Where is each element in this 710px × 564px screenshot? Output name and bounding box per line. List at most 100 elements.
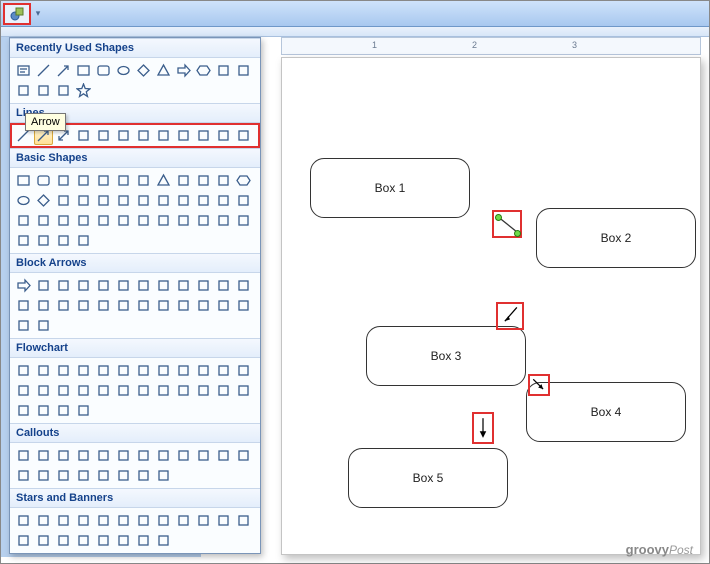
blockarc-icon[interactable] — [34, 211, 53, 230]
striped-arrow-icon[interactable] — [74, 296, 93, 315]
bevel2-icon[interactable] — [74, 211, 93, 230]
scribble-icon[interactable] — [214, 126, 233, 145]
freeform-icon[interactable] — [14, 81, 33, 100]
flowchart-box[interactable]: Box 3 — [366, 326, 526, 386]
star10-icon[interactable] — [154, 511, 173, 530]
teardrop-icon[interactable] — [194, 211, 213, 230]
ribbon-up-icon[interactable] — [14, 531, 33, 550]
terminator-icon[interactable] — [174, 361, 193, 380]
trapezoid-icon[interactable] — [214, 171, 233, 190]
prep-icon[interactable] — [194, 361, 213, 380]
elbow-double-icon[interactable] — [114, 126, 133, 145]
flowchart-box[interactable]: Box 4 — [526, 382, 686, 442]
arc-icon[interactable] — [234, 61, 253, 80]
triangle-icon[interactable] — [154, 171, 173, 190]
down-callout-icon[interactable] — [174, 296, 193, 315]
right-callout-icon[interactable] — [154, 296, 173, 315]
right-tri-icon[interactable] — [174, 171, 193, 190]
document-canvas[interactable]: Box 1Box 2Box 3Box 4Box 5 — [281, 57, 701, 555]
brace-right-icon[interactable] — [54, 81, 73, 100]
uturn-arrow-icon[interactable] — [174, 276, 193, 295]
scribble2-icon[interactable] — [234, 126, 253, 145]
star12-icon[interactable] — [174, 511, 193, 530]
diamond-icon[interactable] — [134, 61, 153, 80]
leftright-arrow-icon[interactable] — [94, 276, 113, 295]
qat-dropdown-icon[interactable]: ▾ — [33, 3, 43, 25]
curve-double-icon[interactable] — [174, 126, 193, 145]
hexagon-icon[interactable] — [234, 171, 253, 190]
leftup-arrow-icon[interactable] — [194, 276, 213, 295]
curved-ribbon-down-icon[interactable] — [74, 531, 93, 550]
dbl-bracket-icon[interactable] — [74, 231, 93, 250]
star-icon[interactable] — [74, 81, 93, 100]
round-rect-icon[interactable] — [34, 171, 53, 190]
brace-r-icon[interactable] — [34, 231, 53, 250]
accent-b2-icon[interactable] — [114, 466, 133, 485]
donut-icon[interactable] — [234, 191, 253, 210]
folded-icon[interactable] — [54, 211, 73, 230]
connector-icon[interactable] — [14, 381, 33, 400]
up-callout-icon[interactable] — [214, 296, 233, 315]
border2-icon[interactable] — [34, 466, 53, 485]
manual-input-icon[interactable] — [214, 361, 233, 380]
flowchart-box[interactable]: Box 5 — [348, 448, 508, 508]
border3-icon[interactable] — [54, 466, 73, 485]
explosion1-icon[interactable] — [14, 511, 33, 530]
line-callout2-icon[interactable] — [114, 446, 133, 465]
curved-down-icon[interactable] — [54, 296, 73, 315]
extract-icon[interactable] — [174, 381, 193, 400]
line-icon[interactable] — [34, 61, 53, 80]
round-rect-icon[interactable] — [94, 61, 113, 80]
rect-icon[interactable] — [74, 61, 93, 80]
hexagon-icon[interactable] — [194, 61, 213, 80]
star4-icon[interactable] — [54, 511, 73, 530]
accent4-icon[interactable] — [234, 446, 253, 465]
moon-icon[interactable] — [174, 191, 193, 210]
heart-icon[interactable] — [114, 191, 133, 210]
direct-access-icon[interactable] — [54, 401, 73, 420]
sort-icon[interactable] — [154, 381, 173, 400]
bevel-icon[interactable] — [134, 171, 153, 190]
star5-icon[interactable] — [74, 511, 93, 530]
half-frame-icon[interactable] — [114, 211, 133, 230]
border4-icon[interactable] — [74, 466, 93, 485]
star6-icon[interactable] — [94, 511, 113, 530]
triangle-icon[interactable] — [154, 61, 173, 80]
predef-icon[interactable] — [94, 361, 113, 380]
chord-icon[interactable] — [174, 211, 193, 230]
pentagon-arrow-icon[interactable] — [114, 296, 133, 315]
bent-arrow-icon[interactable] — [154, 276, 173, 295]
connector-highlight[interactable] — [496, 302, 524, 330]
curved-left-icon[interactable] — [14, 296, 33, 315]
curve-arrow-icon[interactable] — [154, 126, 173, 145]
quad-arrow-icon[interactable] — [134, 276, 153, 295]
oval-callout-icon[interactable] — [54, 446, 73, 465]
accent3-icon[interactable] — [214, 446, 233, 465]
accent1-icon[interactable] — [174, 446, 193, 465]
smiley-icon[interactable] — [94, 191, 113, 210]
left-callout-icon[interactable] — [194, 296, 213, 315]
junction-icon[interactable] — [94, 381, 113, 400]
curved-arrow-icon[interactable] — [214, 61, 233, 80]
notched-arrow-icon[interactable] — [94, 296, 113, 315]
delay-icon[interactable] — [234, 381, 253, 400]
seq-access-icon[interactable] — [14, 401, 33, 420]
display-icon[interactable] — [74, 401, 93, 420]
rect-callout-icon[interactable] — [14, 446, 33, 465]
plus-icon[interactable] — [74, 191, 93, 210]
qat-shapes-button[interactable] — [3, 3, 31, 25]
accent-b1-icon[interactable] — [94, 466, 113, 485]
up-arrow-icon[interactable] — [54, 276, 73, 295]
line-callout3-icon[interactable] — [134, 446, 153, 465]
line-callout4-icon[interactable] — [154, 446, 173, 465]
swoosh-arrow-icon[interactable] — [34, 316, 53, 335]
accent-b4-icon[interactable] — [154, 466, 173, 485]
arrow-icon[interactable] — [54, 61, 73, 80]
cube-icon[interactable] — [114, 171, 133, 190]
oval-icon[interactable] — [114, 61, 133, 80]
brace-left-icon[interactable] — [34, 81, 53, 100]
diamond-icon[interactable] — [34, 191, 53, 210]
flowchart-box[interactable]: Box 1 — [310, 158, 470, 218]
lightning-icon[interactable] — [134, 191, 153, 210]
pie-icon[interactable] — [154, 211, 173, 230]
